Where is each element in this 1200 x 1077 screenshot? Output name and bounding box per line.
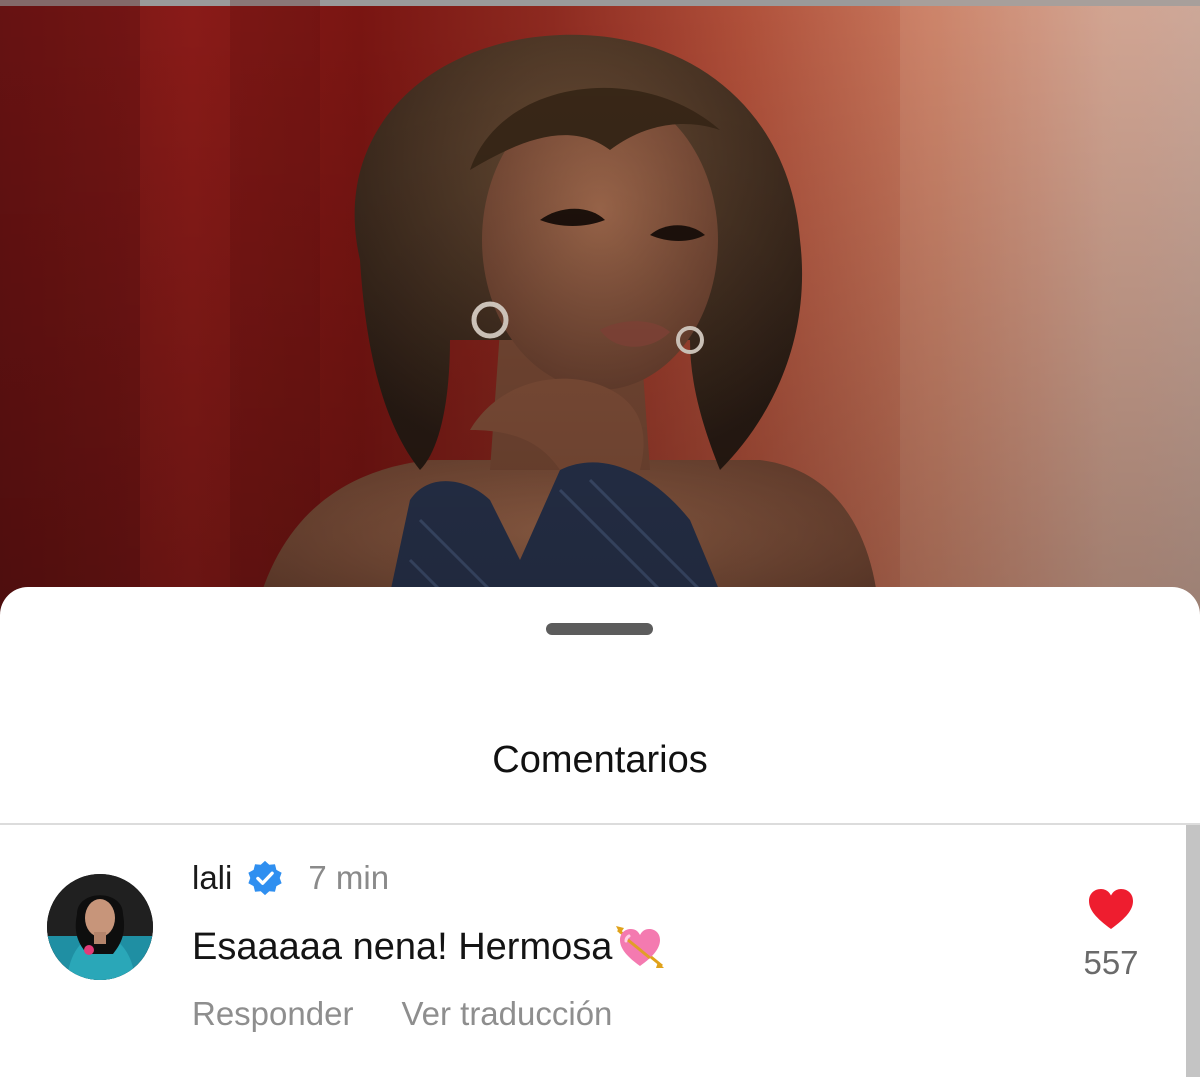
heart-with-arrow-emoji (616, 926, 665, 968)
divider (0, 823, 1200, 825)
portrait-illustration (0, 0, 1200, 640)
avatar[interactable] (47, 874, 153, 980)
comment-username[interactable]: lali (192, 859, 232, 897)
comment-time: 7 min (308, 859, 390, 896)
see-translation-button[interactable]: Ver traducción (401, 995, 612, 1033)
comment-actions: Responder Ver traducción (192, 995, 612, 1033)
sheet-title: Comentarios (492, 739, 708, 781)
post-photo (0, 0, 1200, 640)
avatar-image (47, 874, 153, 980)
reply-button[interactable]: Responder (192, 995, 353, 1033)
comment-header: lali 7 min (192, 853, 389, 903)
verified-badge-icon (248, 860, 282, 896)
comment-text: Esaaaaa nena! Hermosa (192, 925, 613, 968)
comment-body: Esaaaaa nena! Hermosa (192, 921, 666, 973)
comments-sheet: Comentarios lali 7 min Esaaaaa nena! Her… (0, 587, 1200, 1077)
heart-icon[interactable] (1087, 887, 1135, 931)
like-count: 557 (1083, 944, 1139, 981)
drag-handle-icon[interactable] (546, 623, 653, 635)
scrollbar[interactable] (1186, 825, 1200, 1077)
